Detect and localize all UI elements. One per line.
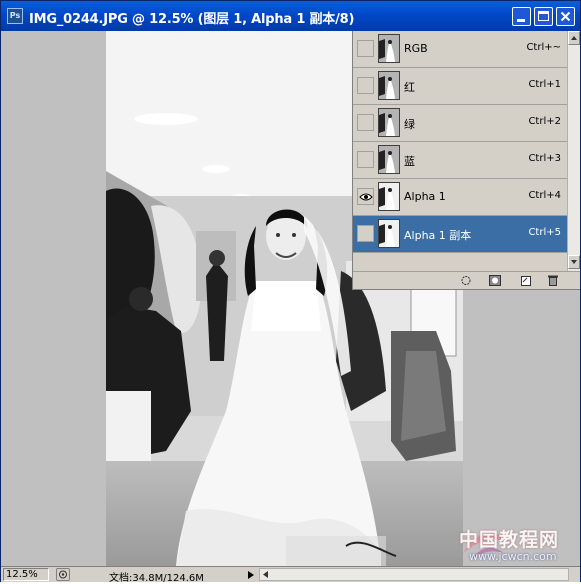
channel-name: Alpha 1 副本: [404, 229, 472, 242]
channel-shortcut: Ctrl+3: [528, 153, 561, 164]
watermark-url: www.jcwcn.com: [469, 550, 557, 563]
channel-visibility-toggle[interactable]: [357, 225, 374, 242]
channel-row[interactable]: Alpha 1 副本 Ctrl+5: [353, 216, 567, 253]
channel-row[interactable]: Alpha 1 Ctrl+4: [353, 179, 567, 216]
photoshop-icon: Ps: [7, 8, 23, 24]
channel-name: 绿: [404, 118, 415, 131]
channel-row[interactable]: 蓝 Ctrl+3: [353, 142, 567, 179]
status-menu-arrow-icon[interactable]: [247, 570, 255, 580]
zoom-field[interactable]: 12.5%: [3, 568, 49, 581]
channel-thumbnail: [378, 71, 400, 100]
channel-row[interactable]: 红 Ctrl+1: [353, 68, 567, 105]
channel-name: 蓝: [404, 155, 415, 168]
channel-shortcut: Ctrl+2: [528, 116, 561, 127]
channel-shortcut: Ctrl+~: [526, 42, 561, 53]
new-channel-button[interactable]: [519, 274, 533, 287]
new-channel-icon: [521, 276, 531, 286]
minimize-icon: [517, 19, 525, 22]
save-selection-icon: [489, 275, 501, 286]
load-selection-button[interactable]: [459, 274, 473, 287]
channels-panel-footer: [353, 271, 580, 289]
channel-visibility-toggle[interactable]: [357, 188, 374, 205]
status-bar: 12.5% 文档:34.8M/124.6M: [1, 566, 580, 584]
channel-row[interactable]: 绿 Ctrl+2: [353, 105, 567, 142]
eye-icon: [359, 193, 373, 201]
scroll-down-button[interactable]: [568, 255, 580, 269]
window-title: IMG_0244.JPG @ 12.5% (图层 1, Alpha 1 副本/8…: [29, 12, 355, 27]
trash-icon: [548, 275, 558, 286]
channel-visibility-toggle[interactable]: [357, 114, 374, 131]
status-toggle-button[interactable]: [56, 568, 70, 581]
scroll-up-button[interactable]: [568, 31, 580, 45]
channel-name: 红: [404, 81, 415, 94]
maximize-icon: [538, 11, 549, 21]
channel-shortcut: Ctrl+4: [528, 190, 561, 201]
delete-channel-button[interactable]: [546, 274, 560, 287]
channel-thumbnail: [378, 145, 400, 174]
channel-visibility-toggle[interactable]: [357, 151, 374, 168]
channel-visibility-toggle[interactable]: [357, 77, 374, 94]
channel-thumbnail: [378, 182, 400, 211]
channel-thumbnail: [378, 34, 400, 63]
load-selection-icon: [461, 276, 471, 285]
channel-visibility-toggle[interactable]: [357, 40, 374, 57]
chevron-up-icon: [571, 36, 577, 40]
maximize-button[interactable]: [534, 7, 553, 26]
watermark: 中国教程网 www.jcwcn.com: [453, 523, 579, 567]
watermark-title: 中国教程网: [459, 529, 560, 551]
title-bar[interactable]: Ps IMG_0244.JPG @ 12.5% (图层 1, Alpha 1 副…: [1, 1, 580, 31]
save-selection-button[interactable]: [488, 274, 502, 287]
close-icon: [560, 11, 571, 22]
channel-thumbnail: [378, 108, 400, 137]
channel-shortcut: Ctrl+5: [528, 227, 561, 238]
channel-thumbnail: [378, 219, 400, 248]
document-window: Ps IMG_0244.JPG @ 12.5% (图层 1, Alpha 1 副…: [0, 0, 581, 584]
channel-name: Alpha 1: [404, 190, 446, 203]
chevron-down-icon: [571, 260, 577, 264]
status-toggle-icon: [59, 570, 67, 579]
channel-name: RGB: [404, 42, 428, 55]
close-button[interactable]: [556, 7, 575, 26]
scroll-left-icon[interactable]: [260, 569, 272, 580]
channel-shortcut: Ctrl+1: [528, 79, 561, 90]
horizontal-scrollbar[interactable]: [259, 568, 569, 581]
channel-row[interactable]: RGB Ctrl+~: [353, 31, 567, 68]
channels-panel: RGB Ctrl+~ 红 Ctrl+1 绿 Ctrl+2 蓝 Ctrl+3 Alpha 1 Ctr…: [352, 31, 580, 290]
minimize-button[interactable]: [512, 7, 531, 26]
channels-scrollbar[interactable]: [567, 31, 580, 271]
